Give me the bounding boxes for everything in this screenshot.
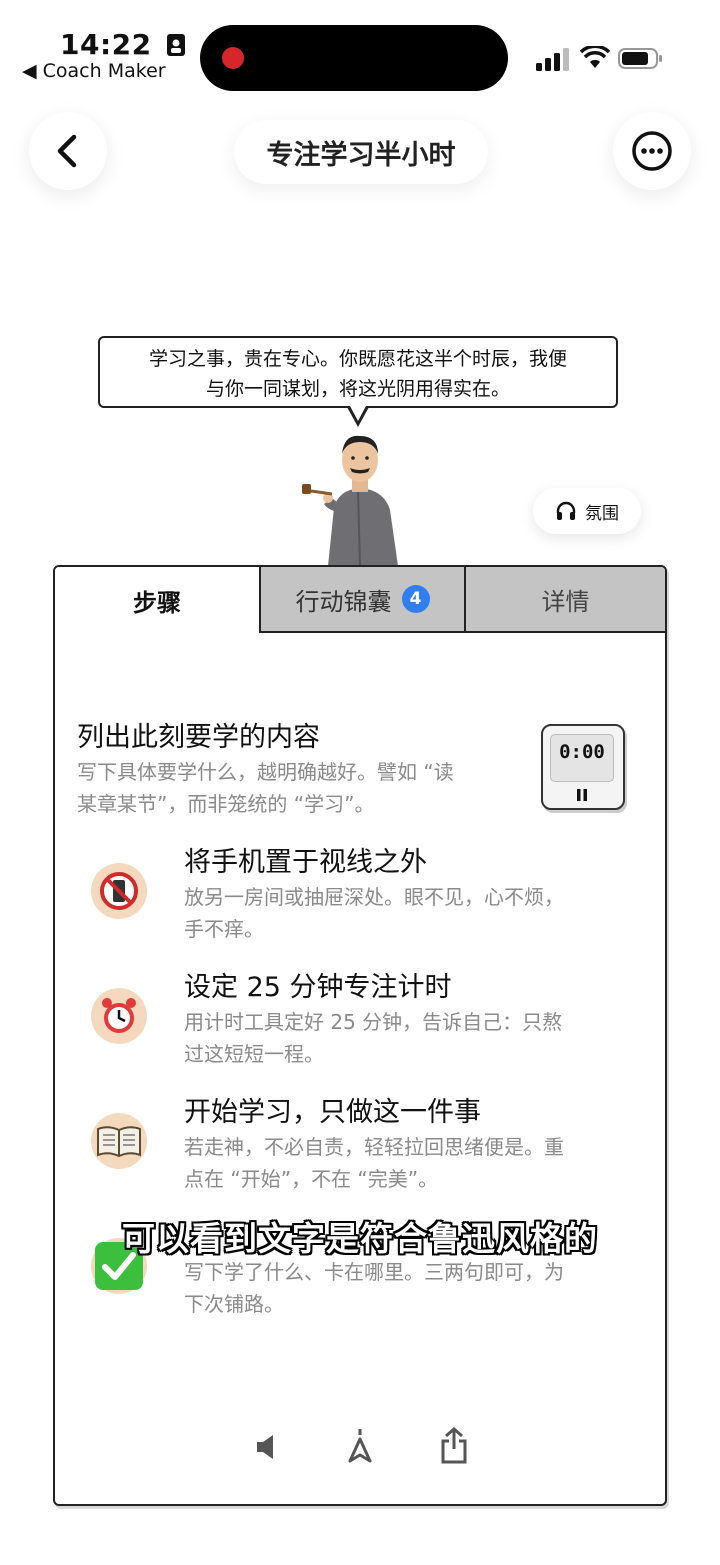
mentor-speech-bubble: 学习之事，贵在专心。你既愿花这半个时辰，我便 与你一同谋划，将这光阴用得实在。 — [98, 336, 618, 408]
cellular-signal-icon — [536, 48, 569, 71]
step-4-desc: 若走神，不必自责，轻轻拉回思绪便是。重 点在 “开始”，不在 “完美”。 — [184, 1135, 564, 1191]
ambience-button[interactable]: 氛围 — [533, 488, 641, 534]
step-3-title: 设定 25 分钟专注计时 — [184, 972, 452, 1003]
share-icon[interactable] — [440, 1427, 468, 1465]
speech-line-1: 学习之事，贵在专心。你既愿花这半个时辰，我便 — [148, 348, 567, 370]
ambience-label: 氛围 — [585, 503, 619, 524]
tab-count-badge: 4 — [401, 585, 430, 613]
recording-indicator — [222, 47, 244, 69]
more-icon — [632, 131, 672, 171]
mentor-avatar — [302, 435, 398, 567]
person-badge-icon — [166, 34, 185, 56]
battery-icon — [618, 48, 662, 69]
back-to-app-link[interactable]: ◀ Coach Maker — [22, 60, 166, 82]
step-2-desc: 放另一房间或抽屉深处。眼不见，心不烦， 手不痒。 — [184, 885, 564, 941]
tab-action-kit[interactable]: 行动锦囊 4 — [259, 567, 464, 633]
open-book-icon — [97, 1126, 141, 1158]
step-3-icon — [91, 988, 147, 1044]
back-button[interactable] — [29, 112, 107, 190]
no-phone-icon — [100, 872, 138, 910]
pause-icon — [577, 789, 587, 801]
step-1-title: 列出此刻要学的内容 — [77, 722, 320, 753]
navigation-icon[interactable] — [347, 1429, 373, 1465]
back-icon — [57, 134, 77, 168]
wifi-icon — [580, 46, 610, 68]
tab-steps[interactable]: 步骤 — [55, 567, 259, 633]
tab-details[interactable]: 详情 — [464, 567, 665, 633]
step-2-title: 将手机置于视线之外 — [184, 847, 427, 878]
headphones-icon — [556, 501, 576, 520]
status-bar: 14:22 ◀ Coach Maker — [0, 0, 720, 100]
alarm-clock-icon — [102, 998, 136, 1033]
video-subtitle: 可以看到文字是符合鲁迅风格的 — [122, 1219, 598, 1258]
step-2-icon — [91, 863, 147, 919]
step-3-desc: 用计时工具定好 25 分钟，告诉自己：只熬 过这短短一程。 — [184, 1010, 563, 1066]
step-4-title: 开始学习，只做这一件事 — [184, 1097, 481, 1128]
speech-line-2: 与你一同谋划，将这光阴用得实在。 — [205, 378, 510, 400]
step-4-icon — [91, 1113, 147, 1169]
speaker-icon[interactable] — [255, 1433, 279, 1461]
tab-bar: 步骤 行动锦囊 4 详情 — [55, 567, 665, 633]
card-action-bar — [55, 1423, 665, 1473]
step-1-desc: 写下具体要学什么，越明确越好。譬如 “读 某章某节”，而非笼统的 “学习”。 — [77, 760, 454, 816]
page-title: 专注学习半小时 — [234, 120, 488, 184]
step-5-desc: 写下学了什么、卡在哪里。三两句即可，为 下次铺路。 — [184, 1260, 564, 1316]
status-time: 14:22 — [60, 28, 186, 61]
plan-card: 步骤 行动锦囊 4 详情 列出此刻要学的内容 写下具体要学什么，越明确越好。譬如 … — [53, 565, 667, 1506]
more-button[interactable] — [613, 112, 691, 190]
timer-display: 0:00 — [550, 734, 614, 782]
dynamic-island — [200, 25, 508, 91]
timer-widget[interactable]: 0:00 — [541, 724, 625, 810]
